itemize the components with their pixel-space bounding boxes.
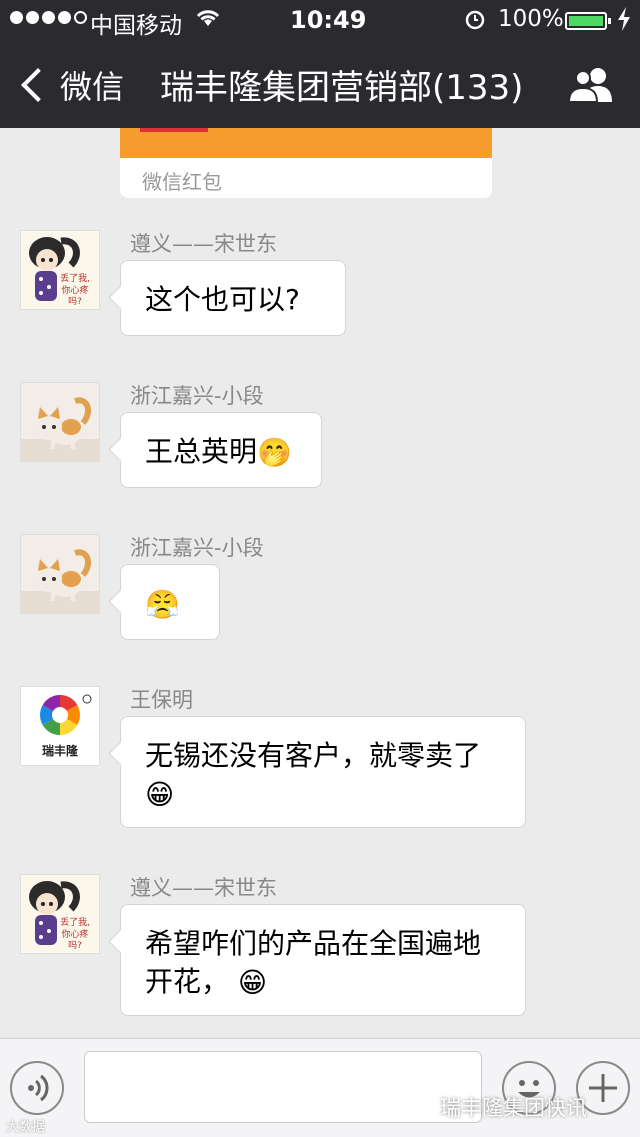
- cartoon-girl-avatar: 丢了我, 你心疼 吗?: [21, 231, 99, 309]
- sender-name: 遵义——宋世东: [130, 232, 277, 256]
- message-text: 这个也可以?: [145, 283, 300, 316]
- back-button[interactable]: 微信: [18, 62, 124, 108]
- ruifenglong-logo-avatar: 瑞丰隆: [21, 687, 99, 765]
- kitten-avatar: [21, 383, 99, 461]
- svg-text:吗?: 吗?: [68, 296, 82, 307]
- message-text: 王总英明: [145, 435, 258, 468]
- battery-icon: [565, 12, 611, 30]
- back-label: 微信: [60, 68, 125, 106]
- wifi-icon: [195, 8, 221, 33]
- voice-input-button[interactable]: [10, 1061, 64, 1115]
- signal-strength-icon: [10, 11, 87, 24]
- kitten-avatar: [21, 535, 99, 613]
- alarm-icon: [464, 8, 486, 35]
- message-text-line2: 开花，: [145, 965, 230, 998]
- emoji-icon: 🤭: [257, 436, 292, 469]
- charging-bolt-icon: [617, 7, 631, 36]
- svg-text:你心疼: 你心疼: [61, 928, 88, 940]
- sender-name: 浙江嘉兴-小段: [130, 536, 264, 560]
- chat-area[interactable]: 微信红包 丢了我, 你心疼 吗? 遵义——宋世东 这个也可以? 浙江嘉兴-小段 …: [0, 128, 640, 1038]
- emoji-icon: 😁: [145, 778, 175, 811]
- emoji-icon: 😁: [237, 966, 268, 999]
- navigation-bar: 微信 瑞丰隆集团营销部(133): [0, 40, 640, 128]
- svg-text:丢了我,: 丢了我,: [60, 272, 90, 284]
- message-bubble[interactable]: 😤: [120, 564, 220, 640]
- watermark-left: 大数据: [6, 1120, 46, 1135]
- chat-title: 瑞丰隆集团营销部(133): [160, 68, 524, 108]
- voice-icon: [28, 1074, 49, 1102]
- message-bubble[interactable]: 无锡还没有客户，就零卖了 😁: [120, 716, 526, 828]
- emoji-icon: 😤: [145, 588, 180, 621]
- clock: 10:49: [290, 6, 367, 34]
- group-members-icon[interactable]: [566, 64, 616, 104]
- avatar[interactable]: [20, 534, 100, 614]
- cartoon-girl-avatar: 丢了我, 你心疼 吗?: [21, 875, 99, 953]
- sender-name: 浙江嘉兴-小段: [130, 384, 264, 408]
- avatar[interactable]: 丢了我, 你心疼 吗?: [20, 874, 100, 954]
- message-text: 希望咋们的产品在全国遍地: [145, 927, 482, 960]
- red-packet-banner: [120, 128, 492, 158]
- chevron-left-icon: [21, 68, 55, 102]
- svg-text:瑞丰隆: 瑞丰隆: [42, 743, 79, 758]
- sender-name: 王保明: [130, 688, 193, 712]
- watermark-right: 瑞丰隆集团快讯: [440, 1096, 587, 1120]
- svg-text:吗?: 吗?: [68, 940, 82, 951]
- message-text: 无锡还没有客户，就零卖了: [145, 739, 482, 772]
- avatar[interactable]: 瑞丰隆: [20, 686, 100, 766]
- carrier-name: 中国移动: [90, 13, 182, 39]
- sender-name: 遵义——宋世东: [130, 876, 277, 900]
- avatar[interactable]: 丢了我, 你心疼 吗?: [20, 230, 100, 310]
- message-input[interactable]: [84, 1051, 482, 1123]
- message-bubble[interactable]: 这个也可以?: [120, 260, 346, 336]
- red-packet-label: 微信红包: [142, 170, 222, 194]
- red-packet-message[interactable]: 微信红包: [120, 128, 492, 198]
- input-toolbar: [0, 1038, 640, 1137]
- status-bar: 中国移动 10:49 100%: [0, 0, 640, 40]
- avatar[interactable]: [20, 382, 100, 462]
- message-bubble[interactable]: 希望咋们的产品在全国遍地 开花， 😁: [120, 904, 526, 1016]
- svg-text:你心疼: 你心疼: [61, 284, 88, 296]
- battery-percent: 100%: [498, 6, 564, 32]
- svg-text:丢了我,: 丢了我,: [60, 916, 90, 928]
- message-bubble[interactable]: 王总英明🤭: [120, 412, 322, 488]
